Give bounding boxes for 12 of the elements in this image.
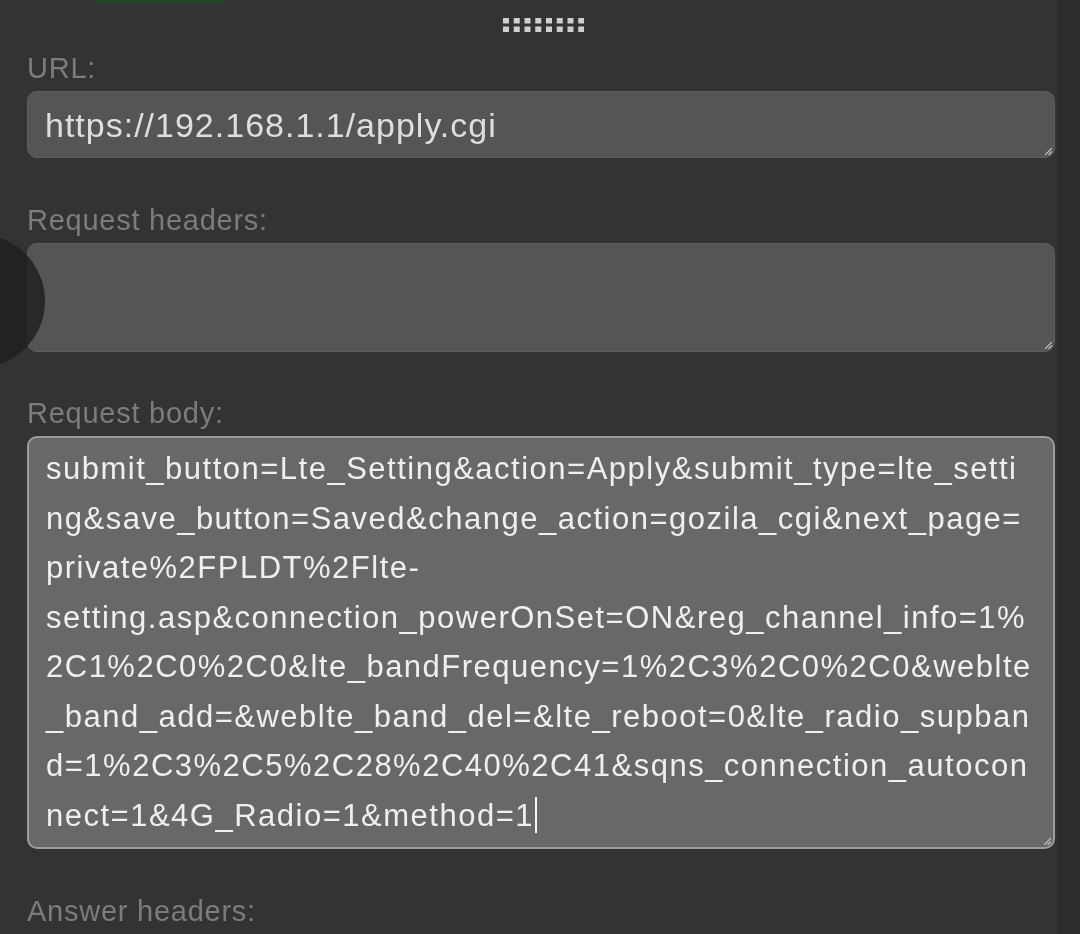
text-cursor: [535, 796, 537, 833]
drag-handle-icon[interactable]: [503, 18, 584, 32]
field-label: Request body:: [27, 396, 224, 431]
resize-grip-icon[interactable]: [1045, 148, 1052, 155]
text-input[interactable]: https://192.168.1.1/apply.cgi: [27, 91, 1055, 158]
field-label: Answer headers:: [27, 893, 256, 929]
floating-button[interactable]: [0, 237, 45, 365]
text-area[interactable]: submit_button=Lte_Setting&action=Apply&submit_type=lte_setting&save_button=Saved&change_action=gozila_cgi&next_page=private%2FPLDT%2Flte-setting.asp&connection_powerOnSet=ON&reg_channel_info=1%2C1%2C0%2C0&lte_bandFrequency=1%2C3%2C0%2C0&weblte_band_add=&weblte_band_del=&lte_reboot=0&lte_radio_supband=1%2C3%2C5%2C28%2C40%2C41&sqns_connection_autoconnect=1&4G_Radio=1&method=1: [27, 436, 1055, 849]
resize-grip-icon[interactable]: [1044, 838, 1051, 845]
resize-grip-icon[interactable]: [1045, 341, 1052, 349]
field-label: URL:: [27, 51, 97, 86]
field-label: Request headers:: [27, 202, 268, 238]
